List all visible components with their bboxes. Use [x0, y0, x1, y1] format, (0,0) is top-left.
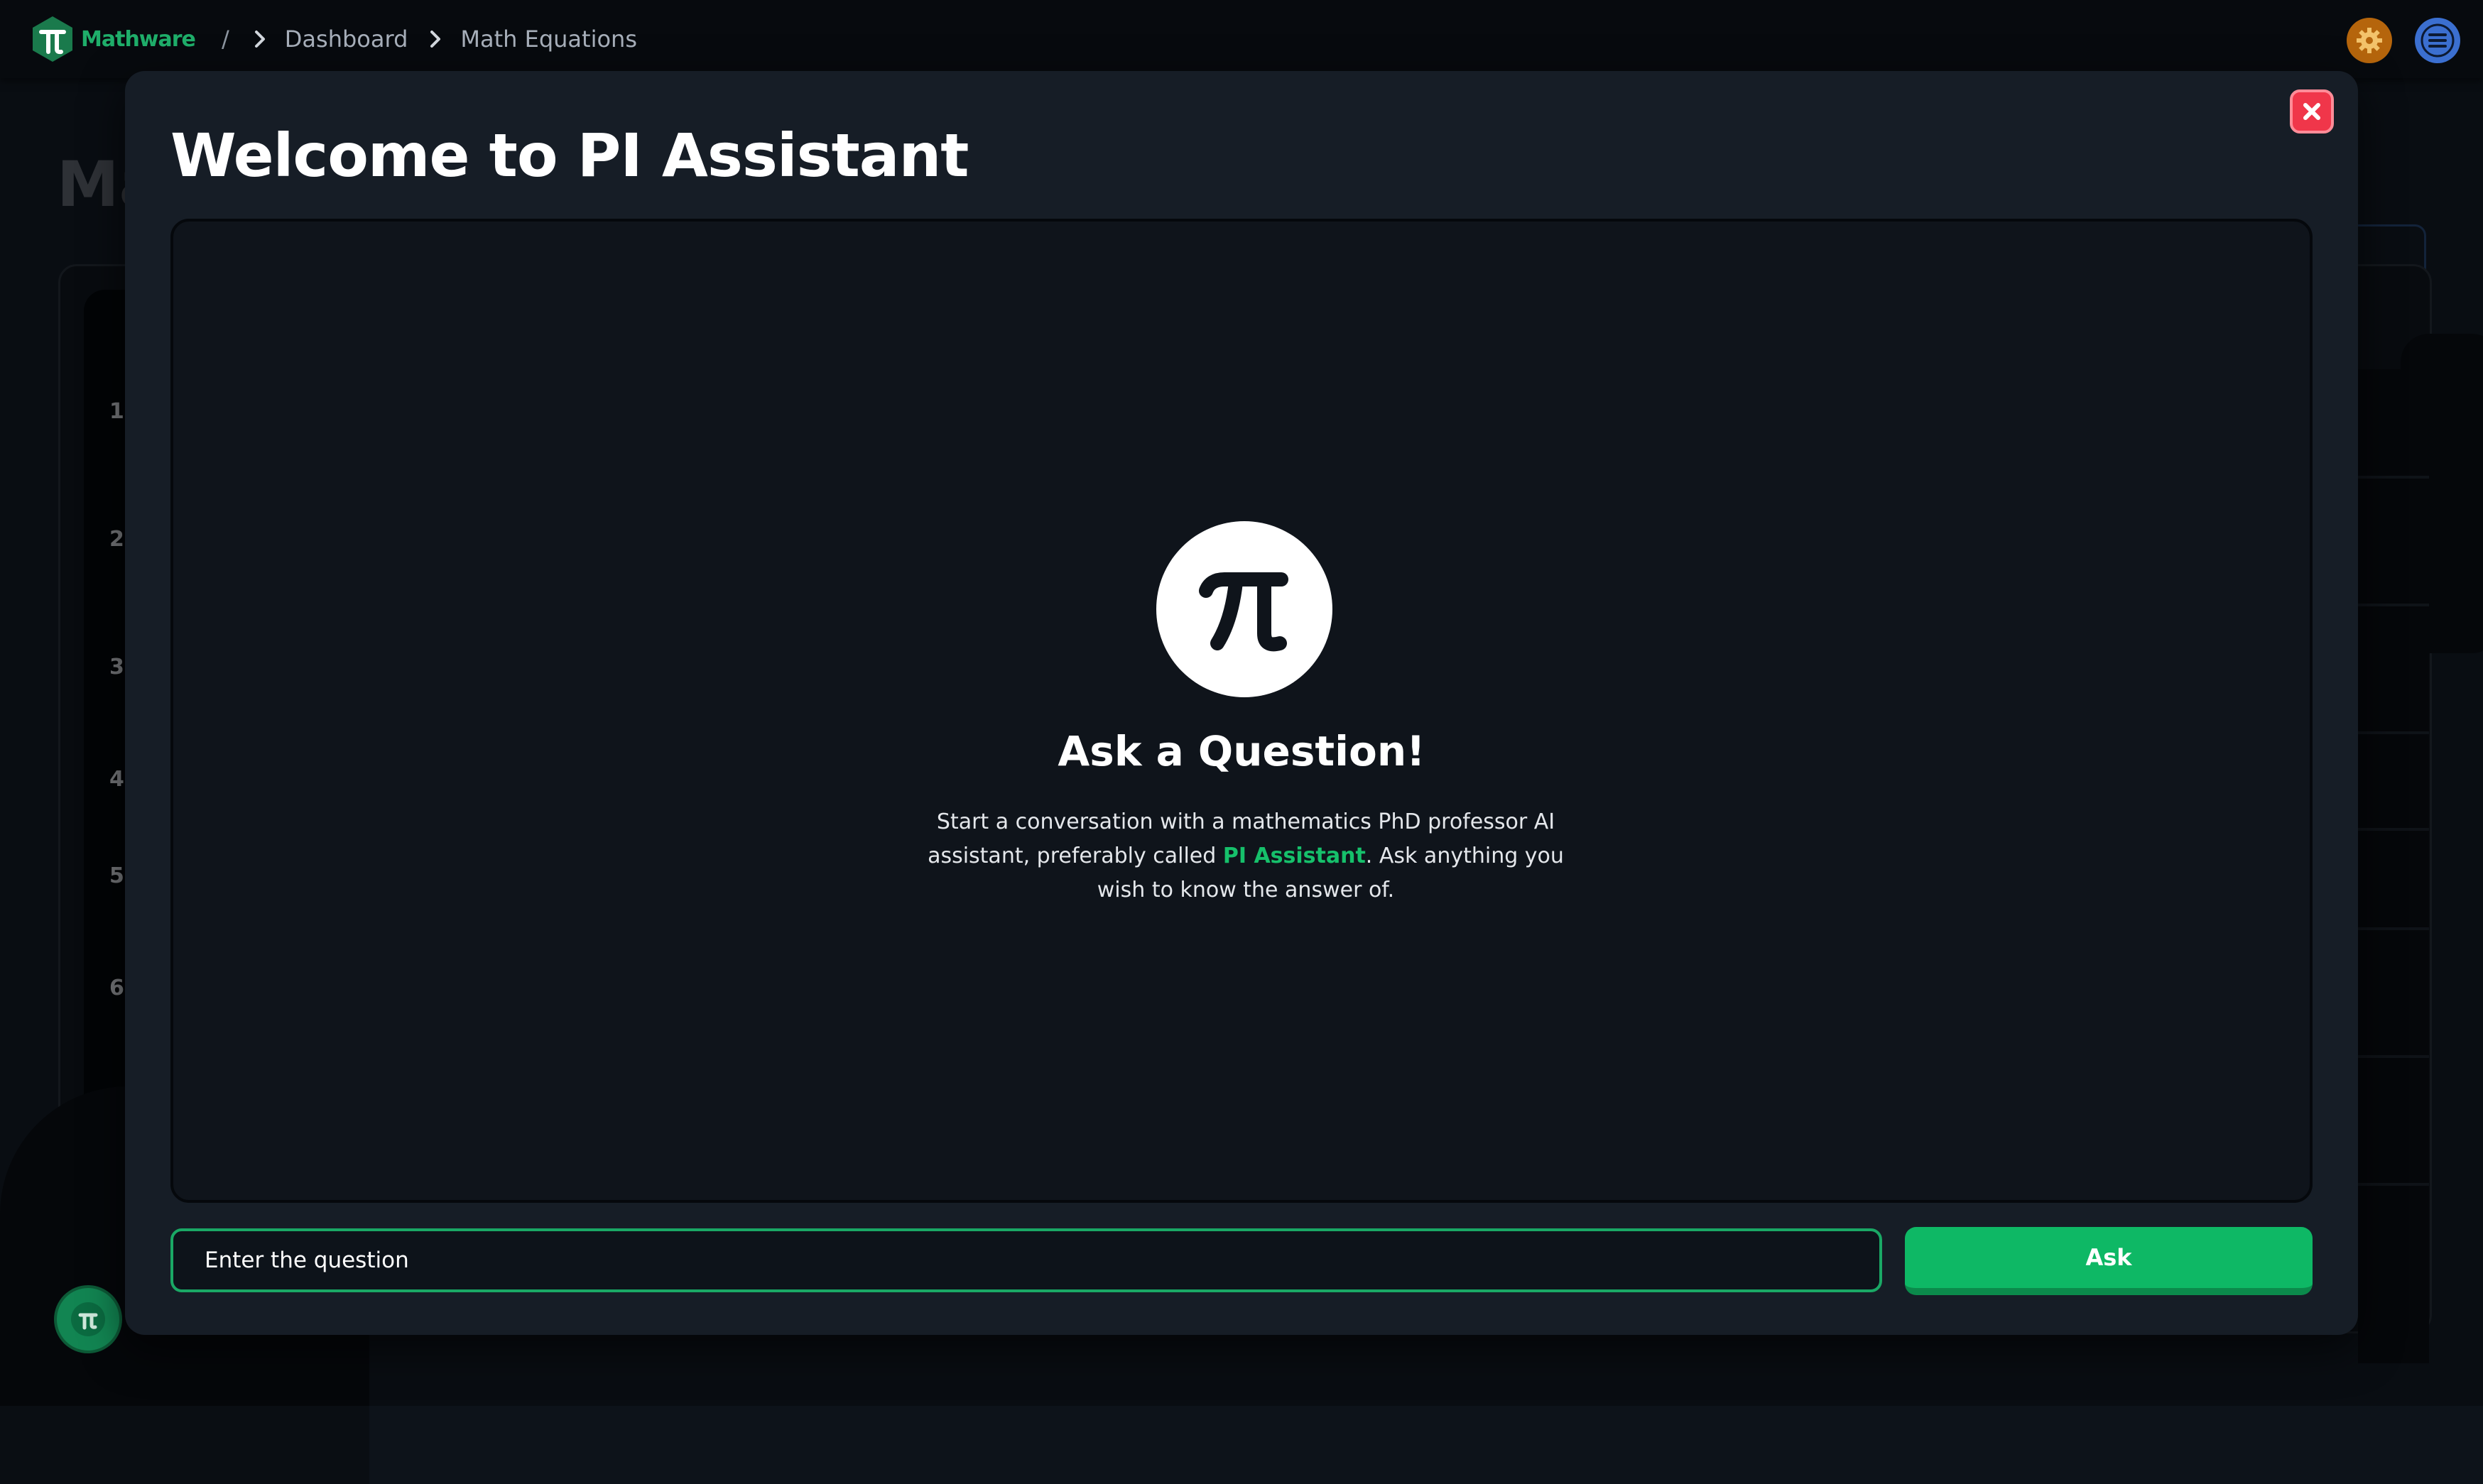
menu-button[interactable]	[2415, 18, 2460, 63]
pi-icon	[1156, 521, 1332, 697]
breadcrumb-item-dashboard[interactable]: Dashboard	[285, 26, 408, 53]
question-input[interactable]	[170, 1228, 1882, 1292]
empty-state-description: Start a conversation with a mathematics …	[919, 805, 1572, 907]
top-navbar: Mathware / Dashboard Math Equations	[0, 0, 2483, 78]
hamburger-menu-icon	[2415, 23, 2460, 66]
brand-logo-link[interactable]: Mathware	[31, 14, 196, 64]
chevron-right-icon	[420, 24, 450, 54]
close-button[interactable]	[2290, 89, 2334, 133]
chat-conversation-area: Ask a Question! Start a conversation wit…	[170, 219, 2313, 1203]
gear-icon	[2347, 28, 2392, 66]
breadcrumb-root-separator: /	[222, 26, 229, 53]
brand-name: Mathware	[81, 26, 196, 52]
pi-assistant-fab[interactable]	[57, 1288, 119, 1351]
modal-title: Welcome to PI Assistant	[170, 121, 969, 190]
pi-assistant-modal: Welcome to PI Assistant Ask a Question! …	[125, 71, 2358, 1335]
chevron-right-icon	[245, 24, 275, 54]
ask-button[interactable]: Ask	[1905, 1227, 2313, 1295]
pi-logo-icon	[31, 15, 74, 63]
breadcrumb: / Dashboard Math Equations	[206, 20, 650, 58]
close-icon	[2293, 103, 2331, 133]
assistant-name-highlight: PI Assistant	[1222, 844, 1366, 868]
pi-icon	[57, 1302, 119, 1353]
empty-state-heading: Ask a Question!	[1058, 727, 1425, 775]
settings-button[interactable]	[2347, 18, 2392, 63]
breadcrumb-item-math-equations[interactable]: Math Equations	[460, 26, 637, 53]
